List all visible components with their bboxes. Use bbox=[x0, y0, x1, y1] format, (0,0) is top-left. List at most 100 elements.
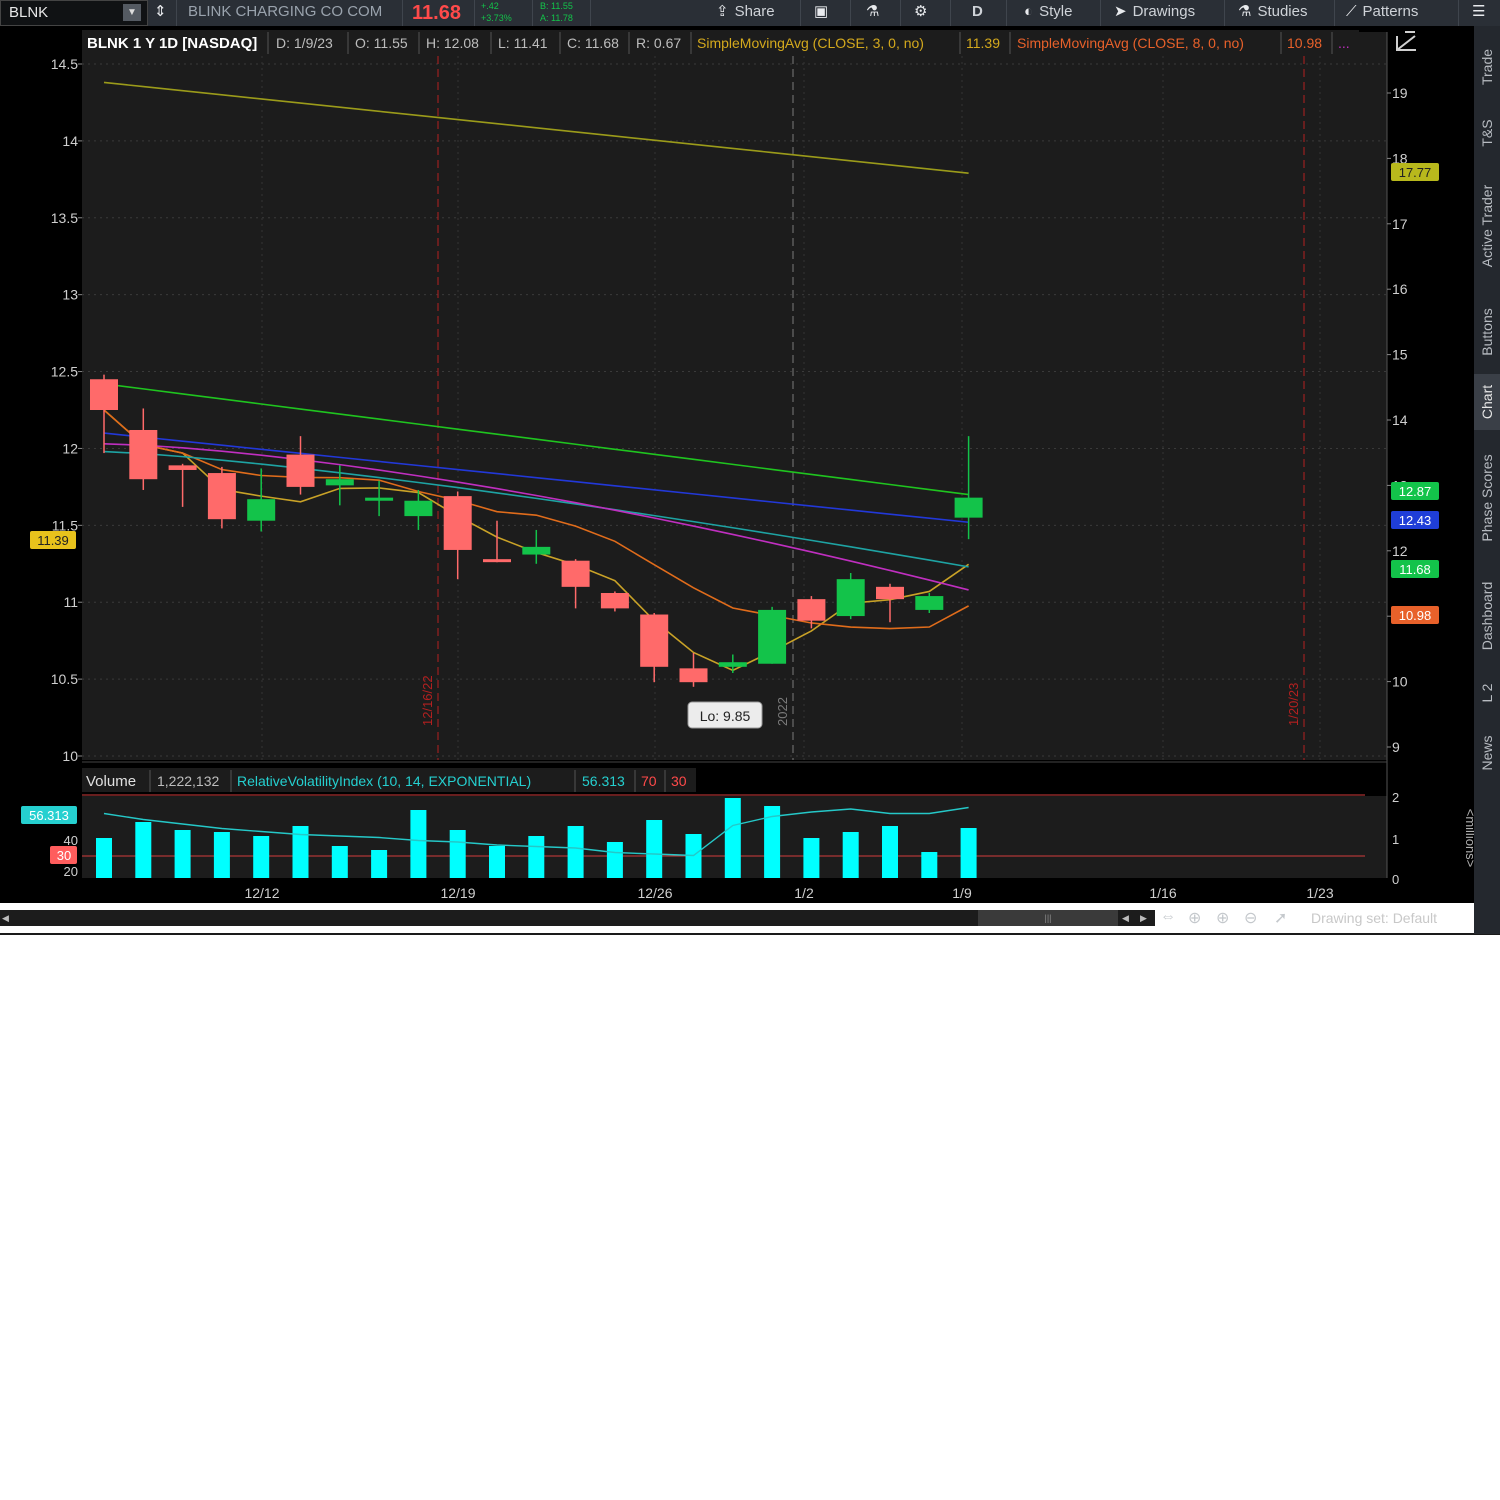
scroll-prev-icon[interactable]: ◀ bbox=[1122, 913, 1129, 924]
low-callout-text: Lo: 9.85 bbox=[700, 708, 751, 724]
menu-button[interactable]: ☰ bbox=[1472, 0, 1491, 26]
volume-bar bbox=[449, 830, 466, 878]
sidebar-tab-label: Active Trader bbox=[1479, 184, 1495, 268]
candle-body bbox=[286, 454, 315, 487]
y-left-tick: 11.5 bbox=[52, 517, 78, 533]
flask-button[interactable]: ⚗ bbox=[866, 0, 885, 26]
candle-body bbox=[954, 497, 983, 518]
y-left-tick: 14 bbox=[62, 133, 78, 149]
drawings-button[interactable]: ➤ Drawings bbox=[1114, 0, 1195, 26]
header-close: C: 11.68 bbox=[567, 35, 619, 51]
scroll-next-icon[interactable]: ▶ bbox=[1140, 913, 1147, 924]
chart-title: BLNK 1 Y 1D [NASDAQ] bbox=[87, 35, 257, 52]
share-button[interactable]: ⇪ Share bbox=[716, 0, 775, 26]
sidebar-tab-t-s[interactable]: T&S bbox=[1474, 106, 1500, 160]
sidebar-tab-news[interactable]: News bbox=[1474, 720, 1500, 786]
link-icon[interactable]: ⇕ bbox=[154, 0, 173, 26]
more-studies[interactable]: ... bbox=[1338, 35, 1350, 51]
rvi-axis-tick: 40 bbox=[64, 833, 78, 848]
y-left-tick: 13 bbox=[62, 287, 78, 303]
y-left-tick: 12.5 bbox=[51, 364, 78, 380]
sidebar-tab-trade[interactable]: Trade bbox=[1474, 30, 1500, 104]
y-right-tick: 12 bbox=[1392, 543, 1408, 559]
sidebar-tab-buttons[interactable]: Buttons bbox=[1474, 292, 1500, 372]
divider bbox=[590, 0, 591, 26]
divider bbox=[1100, 0, 1101, 26]
low-callout: Lo: 9.85 bbox=[687, 701, 763, 729]
candle-body bbox=[247, 499, 276, 521]
patterns-label: Patterns bbox=[1362, 3, 1419, 20]
top-toolbar: BLNK ▼ ⇕ BLINK CHARGING CO COM 11.68 +.4… bbox=[0, 0, 1500, 27]
lower-legend: Volume 1,222,132 RelativeVolatilityIndex… bbox=[82, 768, 696, 792]
x-tick: 12/12 bbox=[244, 885, 279, 901]
settings-button[interactable]: ⚙ bbox=[914, 0, 933, 26]
zoom-in-icon[interactable]: ⊕ bbox=[1216, 908, 1229, 928]
divider bbox=[950, 0, 951, 26]
divider bbox=[1224, 0, 1225, 26]
volume-bar bbox=[567, 826, 584, 878]
chart-scrollbar[interactable]: ◀ ||| ◀ ▶ bbox=[0, 910, 1155, 926]
candle-body bbox=[483, 559, 511, 563]
period-label: 12/16/22 bbox=[420, 675, 435, 726]
scroll-left-icon[interactable]: ◀ bbox=[2, 913, 9, 924]
header-date: D: 1/9/23 bbox=[276, 35, 333, 51]
gear-icon: ⚙ bbox=[914, 3, 928, 20]
divider bbox=[1006, 0, 1007, 26]
scroll-thumb[interactable]: ||| bbox=[978, 910, 1118, 926]
volume-bar bbox=[921, 852, 938, 878]
chevron-down-icon[interactable]: ▼ bbox=[123, 4, 141, 21]
zoom-out-icon[interactable]: ⊖ bbox=[1244, 908, 1257, 928]
x-tick: 12/19 bbox=[440, 885, 475, 901]
x-tick: 1/23 bbox=[1306, 885, 1333, 901]
sidebar-tab-chart[interactable]: Chart bbox=[1474, 374, 1500, 430]
symbol-input[interactable]: BLNK bbox=[9, 4, 48, 21]
sma8-label[interactable]: SimpleMovingAvg (CLOSE, 8, 0, no) bbox=[1017, 35, 1244, 51]
sma3-label[interactable]: SimpleMovingAvg (CLOSE, 3, 0, no) bbox=[697, 35, 924, 51]
sidebar-tab-label: Chart bbox=[1479, 384, 1495, 420]
net-change-pct: +3.73% bbox=[481, 13, 512, 23]
sidebar-tab-phase-scores[interactable]: Phase Scores bbox=[1474, 432, 1500, 564]
rvi-label[interactable]: RelativeVolatilityIndex (10, 14, EXPONEN… bbox=[237, 773, 531, 789]
symbol-selector[interactable]: BLNK ▼ bbox=[0, 0, 148, 26]
studies-button[interactable]: ⚗ Studies bbox=[1238, 0, 1308, 26]
candle-body bbox=[836, 579, 865, 617]
period-label: 1/20/23 bbox=[1286, 683, 1301, 726]
drawing-set[interactable]: Drawing set: Default bbox=[1311, 910, 1437, 926]
sidebar-tab-label: T&S bbox=[1479, 119, 1495, 147]
badge-sma8: 10.98 bbox=[1399, 608, 1432, 623]
sidebar-tab-l-2[interactable]: L 2 bbox=[1474, 668, 1500, 718]
volume-bar bbox=[96, 838, 112, 878]
header-high: H: 12.08 bbox=[426, 35, 479, 51]
y-left-tick: 14.5 bbox=[51, 56, 78, 72]
x-tick: 1/9 bbox=[952, 885, 972, 901]
volume-bar bbox=[331, 846, 348, 878]
divider bbox=[900, 0, 901, 26]
candle-body bbox=[325, 479, 354, 486]
y-left-tick: 10 bbox=[62, 748, 78, 764]
expand-horizontal-icon[interactable]: ⇔ bbox=[1160, 908, 1176, 926]
candle-body bbox=[168, 465, 197, 470]
candle-body bbox=[561, 560, 590, 587]
sidebar-tab-active-trader[interactable]: Active Trader bbox=[1474, 162, 1500, 290]
candle-body bbox=[90, 379, 118, 410]
price-chart[interactable]: 12/16/22 2022 1/20/23 14.51413.51312.51211… bbox=[0, 26, 1474, 903]
timeframe-button[interactable]: D bbox=[972, 0, 983, 26]
volume-axis-tick: 1 bbox=[1392, 832, 1399, 847]
divider bbox=[850, 0, 851, 26]
camera-icon: ▣ bbox=[814, 3, 829, 20]
candle-body bbox=[797, 599, 826, 621]
sma8-value: 10.98 bbox=[1287, 35, 1322, 51]
candle-body bbox=[679, 668, 708, 683]
sidebar-tab-dashboard[interactable]: Dashboard bbox=[1474, 566, 1500, 666]
candle-body bbox=[207, 473, 236, 520]
pointer-icon[interactable]: ➚ bbox=[1274, 908, 1287, 928]
sma3-value: 11.39 bbox=[966, 35, 1000, 51]
divider bbox=[800, 0, 801, 26]
rvi-badge: 56.313 bbox=[29, 808, 69, 823]
patterns-button[interactable]: ⟋ Patterns bbox=[1346, 0, 1418, 26]
candle-body bbox=[758, 609, 787, 664]
volume-bar bbox=[724, 798, 741, 878]
style-button[interactable]: ◐ Style bbox=[1024, 0, 1072, 26]
crosshair-icon[interactable]: ⊕ bbox=[1188, 908, 1201, 928]
snapshot-button[interactable]: ▣ bbox=[814, 0, 834, 26]
